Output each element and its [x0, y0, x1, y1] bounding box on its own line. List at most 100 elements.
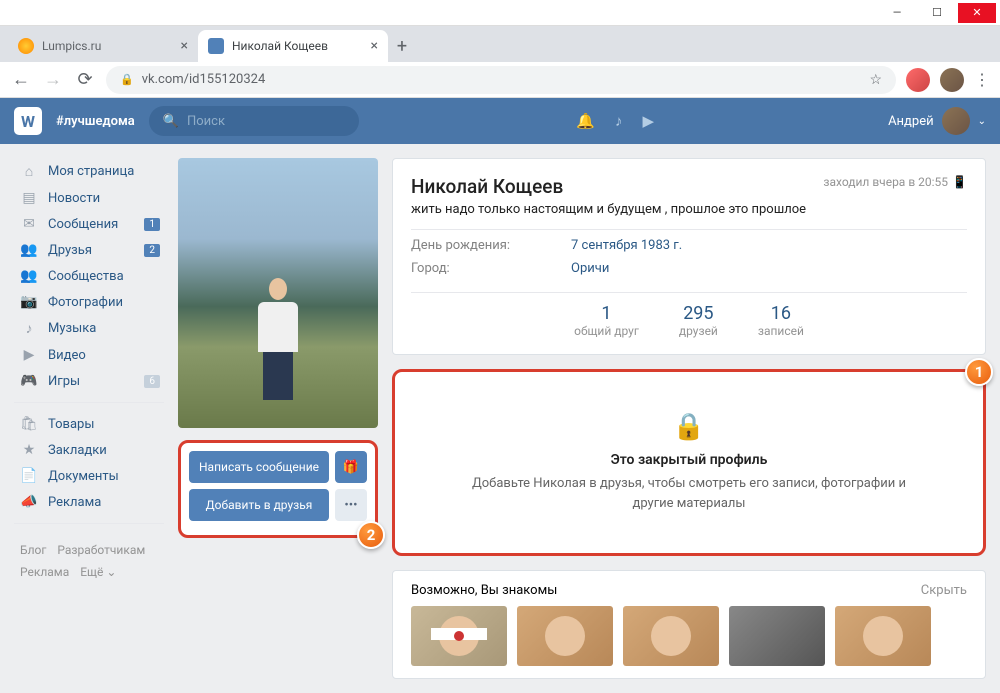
footer-link[interactable]: Блог — [20, 543, 46, 557]
sidebar: ⌂Моя страница ▤ Новости ✉Сообщения1 👥Друз… — [14, 158, 164, 679]
sidebar-item-ads[interactable]: 📣Реклама — [14, 489, 164, 515]
profile-info-card: заходил вчера в 20:55 📱 Николай Кощеев ж… — [392, 158, 986, 355]
info-value[interactable]: Оричи — [571, 261, 609, 276]
extension-icon[interactable] — [906, 68, 930, 92]
star-icon: ★ — [20, 442, 38, 458]
profile-status: жить надо только настоящим и будущем , п… — [411, 202, 967, 230]
profile-avatar-icon[interactable] — [940, 68, 964, 92]
favicon-icon — [208, 38, 224, 54]
reload-button[interactable]: ⟳ — [74, 69, 96, 90]
separator — [14, 402, 164, 403]
sidebar-item-friends[interactable]: 👥Друзья2 — [14, 237, 164, 263]
user-menu[interactable]: Андрей ⌄ — [888, 107, 986, 135]
sidebar-item-label: Музыка — [48, 321, 96, 336]
sidebar-item-label: Игры — [48, 374, 80, 389]
sidebar-item-docs[interactable]: 📄Документы — [14, 463, 164, 489]
sidebar-item-groups[interactable]: 👥 Сообщества — [14, 263, 164, 289]
megaphone-icon: 📣 — [20, 494, 38, 510]
sidebar-item-music[interactable]: ♪ Музыка — [14, 315, 164, 342]
annotation-marker-1: 1 — [965, 358, 993, 386]
hashtag[interactable]: #лучшедома — [56, 114, 135, 129]
news-icon: ▤ — [20, 190, 38, 206]
sidebar-item-mypage[interactable]: ⌂Моя страница — [14, 158, 164, 185]
avatar — [942, 107, 970, 135]
lock-icon: 🔒 — [120, 73, 134, 86]
music-icon: ♪ — [20, 320, 38, 337]
browser-addressbar: ← → ⟳ 🔒 vk.com/id155120324 ☆ ⋮ — [0, 62, 1000, 98]
gift-icon: 🎁 — [343, 460, 359, 475]
gift-button[interactable]: 🎁 — [335, 451, 367, 483]
profile-stats: 1общий друг 295друзей 16записей — [411, 292, 967, 338]
action-buttons-highlight: Написать сообщение 🎁 Добавить в друзья •… — [178, 440, 378, 538]
vk-header: W #лучшедома 🔍 Поиск 🔔 ♪ ▶ Андрей ⌄ — [0, 98, 1000, 144]
last-seen: заходил вчера в 20:55 📱 — [823, 175, 967, 189]
sidebar-item-label: Новости — [48, 191, 100, 206]
search-input[interactable]: 🔍 Поиск — [149, 106, 359, 136]
close-button[interactable]: ✕ — [958, 3, 996, 23]
stat-friends[interactable]: 295друзей — [679, 303, 718, 338]
camera-icon: 📷 — [20, 294, 38, 310]
sidebar-item-label: Закладки — [48, 443, 107, 458]
favicon-icon — [18, 38, 34, 54]
new-tab-button[interactable]: + — [388, 32, 416, 60]
chevron-down-icon: ⌄ — [978, 116, 986, 127]
message-button[interactable]: Написать сообщение — [189, 451, 329, 483]
video-icon[interactable]: ▶ — [643, 112, 655, 130]
suggest-item[interactable] — [729, 606, 825, 666]
tab-lumpics[interactable]: Lumpics.ru × — [8, 30, 198, 62]
dots-icon: ••• — [344, 498, 357, 513]
sidebar-item-bookmarks[interactable]: ★ Закладки — [14, 437, 164, 463]
browser-tabbar: Lumpics.ru × Николай Кощеев × + — [0, 26, 1000, 62]
vk-logo[interactable]: W — [14, 107, 42, 135]
suggest-item[interactable] — [411, 606, 507, 666]
video-icon: ▶ — [20, 347, 38, 363]
bag-icon: 🛍 — [20, 416, 38, 432]
maximize-button[interactable]: ☐ — [918, 3, 956, 23]
sidebar-item-label: Видео — [48, 348, 86, 363]
footer-link[interactable]: Ещё ⌄ — [80, 565, 116, 579]
sidebar-item-news[interactable]: ▤ Новости — [14, 185, 164, 211]
stat-mutual[interactable]: 1общий друг — [574, 303, 639, 338]
sidebar-item-photos[interactable]: 📷 Фотографии — [14, 289, 164, 315]
music-icon[interactable]: ♪ — [615, 112, 623, 130]
close-icon[interactable]: × — [371, 38, 378, 54]
sidebar-item-market[interactable]: 🛍Товары — [14, 411, 164, 437]
url-text: vk.com/id155120324 — [142, 72, 266, 87]
window-titlebar: — ☐ ✕ — [0, 0, 1000, 26]
footer-links: Блог Разработчикам Реклама Ещё ⌄ — [14, 532, 164, 591]
notifications-icon[interactable]: 🔔 — [576, 112, 595, 130]
badge: 6 — [144, 375, 160, 388]
search-placeholder: Поиск — [187, 114, 225, 129]
back-button[interactable]: ← — [10, 69, 32, 90]
gamepad-icon: 🎮 — [20, 373, 38, 389]
more-button[interactable]: ••• — [335, 489, 367, 521]
profile-photo[interactable] — [178, 158, 378, 428]
person-figure — [253, 278, 303, 398]
suggestions-card: Возможно, Вы знакомы Скрыть — [392, 570, 986, 679]
suggest-item[interactable] — [835, 606, 931, 666]
forward-button[interactable]: → — [42, 69, 64, 90]
menu-icon[interactable]: ⋮ — [974, 70, 990, 89]
groups-icon: 👥 — [20, 268, 38, 284]
footer-link[interactable]: Реклама — [20, 565, 69, 579]
sidebar-item-label: Фотографии — [48, 295, 123, 310]
minimize-button[interactable]: — — [878, 3, 916, 23]
hide-link[interactable]: Скрыть — [921, 583, 967, 598]
address-input[interactable]: 🔒 vk.com/id155120324 ☆ — [106, 66, 896, 94]
tab-vk-profile[interactable]: Николай Кощеев × — [198, 30, 388, 62]
sidebar-item-messages[interactable]: ✉Сообщения1 — [14, 211, 164, 237]
stat-posts[interactable]: 16записей — [758, 303, 804, 338]
locked-text: Добавьте Николая в друзья, чтобы смотрет… — [453, 474, 925, 513]
sidebar-item-video[interactable]: ▶ Видео — [14, 342, 164, 368]
suggest-item[interactable] — [517, 606, 613, 666]
message-icon: ✉ — [20, 216, 38, 232]
sidebar-item-games[interactable]: 🎮 Игры 6 — [14, 368, 164, 394]
footer-link[interactable]: Разработчикам — [57, 543, 145, 557]
star-icon[interactable]: ☆ — [869, 72, 882, 88]
info-value[interactable]: 7 сентября 1983 г. — [571, 238, 682, 253]
close-icon[interactable]: × — [181, 38, 188, 54]
badge: 2 — [144, 244, 160, 257]
add-friend-button[interactable]: Добавить в друзья — [189, 489, 329, 521]
sidebar-item-label: Сообщества — [48, 269, 124, 284]
suggest-item[interactable] — [623, 606, 719, 666]
